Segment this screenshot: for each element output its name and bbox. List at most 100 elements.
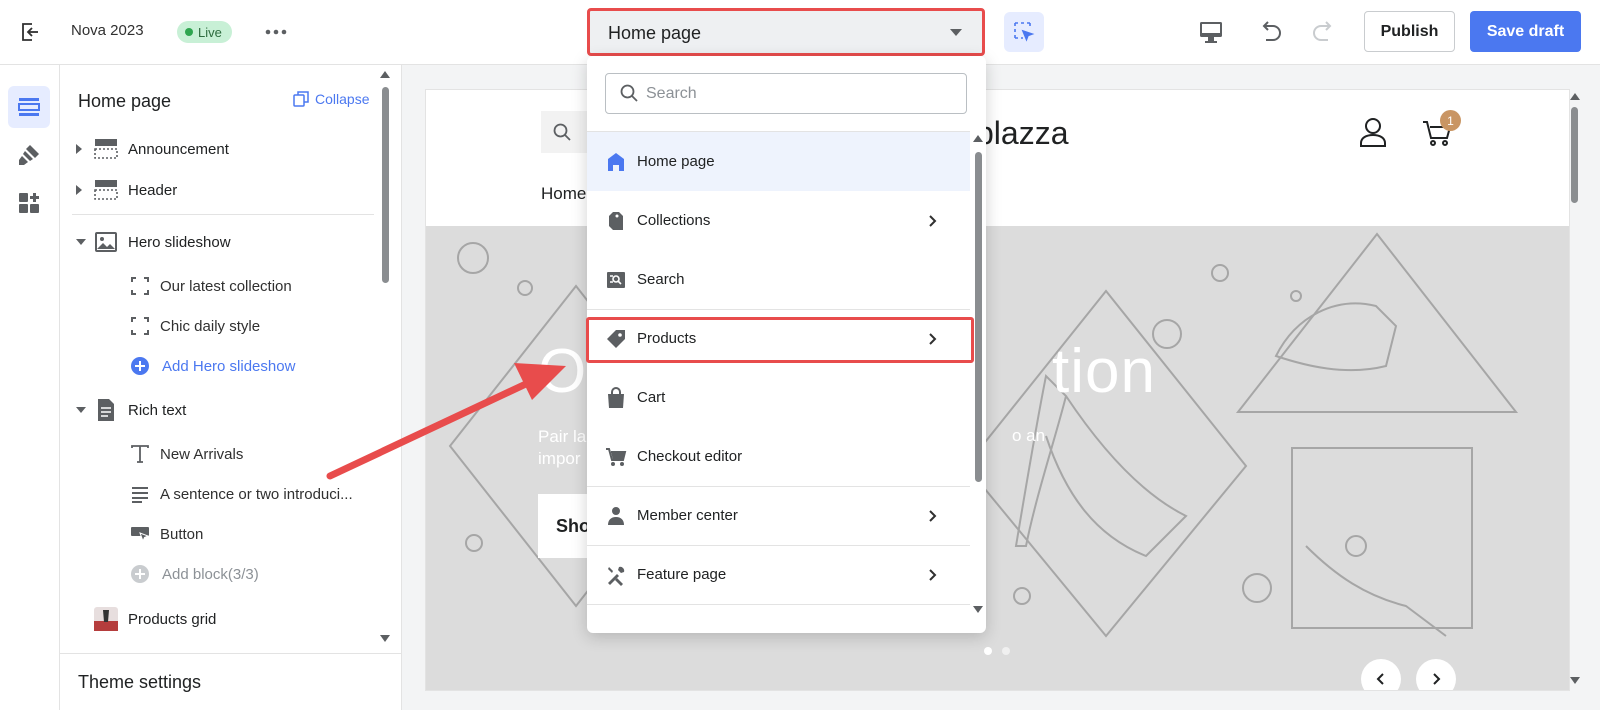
page-dropdown-menu: Home page Collections Search Products Ca…	[587, 56, 986, 633]
dropdown-scrollbar[interactable]	[970, 132, 986, 622]
section-hero-slideshow[interactable]: Hero slideshow	[60, 224, 380, 260]
undo-icon[interactable]	[1256, 18, 1284, 46]
redo-icon[interactable]	[1310, 18, 1338, 46]
publish-button[interactable]: Publish	[1364, 11, 1455, 52]
menu-item-label: Member center	[637, 507, 738, 524]
block-label: Chic daily style	[160, 317, 261, 335]
prev-slide-button[interactable]	[1361, 659, 1401, 690]
bag-icon	[608, 386, 624, 408]
chevron-right-icon	[1433, 673, 1441, 685]
section-label: Header	[128, 181, 178, 199]
menu-item-checkout-editor[interactable]: Checkout editor	[587, 427, 970, 486]
product-thumbnail-icon	[94, 607, 118, 631]
scroll-thumb[interactable]	[975, 152, 982, 482]
block-label: Our latest collection	[160, 277, 292, 295]
menu-item-label: Products	[637, 330, 697, 347]
add-hero-slideshow-button[interactable]: Add Hero slideshow	[60, 348, 380, 384]
menu-item-cart[interactable]: Cart	[587, 368, 970, 427]
menu-item-products[interactable]: Products	[587, 309, 970, 368]
expand-arrow-icon[interactable]	[76, 144, 82, 154]
collapse-arrow-icon[interactable]	[76, 407, 86, 413]
preview-scrollbar[interactable]	[1568, 89, 1582, 691]
menu-item-home-page[interactable]: Home page	[587, 132, 970, 191]
home-icon	[608, 152, 624, 171]
desktop-view-icon[interactable]	[1197, 18, 1225, 46]
scroll-down-icon[interactable]	[973, 606, 983, 613]
page-selector-dropdown[interactable]: Home page	[587, 8, 985, 56]
account-icon[interactable]	[1358, 116, 1388, 148]
left-icon-rail	[0, 65, 60, 710]
section-label: Products grid	[128, 610, 217, 628]
section-layout-icon	[94, 180, 118, 200]
block-sentence[interactable]: A sentence or two introduci...	[60, 476, 380, 512]
divider	[72, 214, 374, 215]
more-options-icon[interactable]	[263, 20, 289, 44]
add-block-label: Add block(3/3)	[162, 565, 259, 583]
section-label: Announcement	[128, 140, 229, 158]
inspect-element-button[interactable]	[1004, 12, 1044, 52]
select-cursor-icon	[1014, 22, 1035, 42]
menu-item-label: Cart	[637, 389, 666, 406]
panel-scrollbar[interactable]	[378, 65, 392, 650]
collections-icon	[609, 211, 623, 230]
add-block-button[interactable]: Add block(3/3)	[60, 556, 380, 592]
theme-settings[interactable]: Theme settings	[60, 653, 401, 710]
menu-item-label: Collections	[637, 212, 711, 229]
menu-item-label: Search	[637, 271, 685, 288]
live-badge: Live	[177, 21, 232, 43]
slide-frame-icon	[131, 317, 149, 335]
block-label: Button	[160, 525, 204, 543]
scroll-up-icon[interactable]	[1570, 93, 1580, 100]
scroll-up-icon[interactable]	[973, 135, 983, 142]
chevron-right-icon	[929, 332, 937, 345]
tools-icon	[608, 566, 625, 586]
collapse-button[interactable]: Collapse	[293, 91, 369, 107]
scroll-down-icon[interactable]	[1570, 677, 1580, 684]
cart-count-badge: 1	[1440, 110, 1461, 131]
block-our-latest-collection[interactable]: Our latest collection	[60, 268, 380, 304]
store-brand[interactable]: plazza	[976, 115, 1069, 152]
menu-item-feature-page[interactable]: Feature page	[587, 545, 970, 604]
dropdown-search-input[interactable]	[646, 74, 956, 113]
theme-style-tab[interactable]	[8, 134, 50, 176]
expand-arrow-icon[interactable]	[76, 185, 82, 195]
theme-settings-label: Theme settings	[78, 672, 202, 692]
scroll-thumb[interactable]	[1571, 107, 1578, 203]
next-slide-button[interactable]	[1416, 659, 1456, 690]
block-new-arrivals[interactable]: New Arrivals	[60, 436, 380, 472]
menu-item-collections[interactable]: Collections	[587, 191, 970, 250]
add-block-label: Add Hero slideshow	[162, 357, 296, 375]
site-name: Nova 2023	[71, 22, 144, 39]
section-announcement[interactable]: Announcement	[60, 131, 380, 167]
caret-down-icon	[950, 29, 962, 36]
block-label: New Arrivals	[160, 445, 244, 463]
collapse-label: Collapse	[315, 91, 370, 107]
apps-tab[interactable]	[8, 182, 50, 224]
sections-panel: Home page Collapse Announcement Header H…	[60, 65, 402, 710]
section-rich-text[interactable]: Rich text	[60, 392, 380, 428]
scroll-up-icon[interactable]	[380, 71, 390, 78]
block-button[interactable]: Button	[60, 516, 380, 552]
add-circle-icon	[131, 565, 149, 583]
hero-text-right: o an	[1012, 426, 1046, 445]
scroll-thumb[interactable]	[382, 87, 389, 283]
section-label: Hero slideshow	[128, 233, 231, 251]
cart-icon	[606, 447, 627, 466]
scroll-down-icon[interactable]	[380, 635, 390, 642]
menu-item-member-center[interactable]: Member center	[587, 486, 970, 545]
exit-icon[interactable]	[18, 20, 42, 44]
collapse-arrow-icon[interactable]	[76, 239, 86, 245]
section-products-grid[interactable]: Products grid	[60, 601, 380, 637]
block-label: A sentence or two introduci...	[160, 485, 353, 503]
live-dot-icon	[185, 28, 193, 36]
sections-tab[interactable]	[8, 86, 50, 128]
dropdown-search-field[interactable]	[605, 73, 967, 114]
page-selector-label: Home page	[608, 23, 702, 43]
save-draft-button[interactable]: Save draft	[1470, 11, 1581, 52]
menu-item-search[interactable]: Search	[587, 250, 970, 309]
slide-dot[interactable]	[984, 647, 992, 655]
block-chic-daily-style[interactable]: Chic daily style	[60, 308, 380, 344]
nav-home-link[interactable]: Home	[541, 184, 586, 204]
slide-dot[interactable]	[1002, 647, 1010, 655]
section-header[interactable]: Header	[60, 172, 380, 208]
